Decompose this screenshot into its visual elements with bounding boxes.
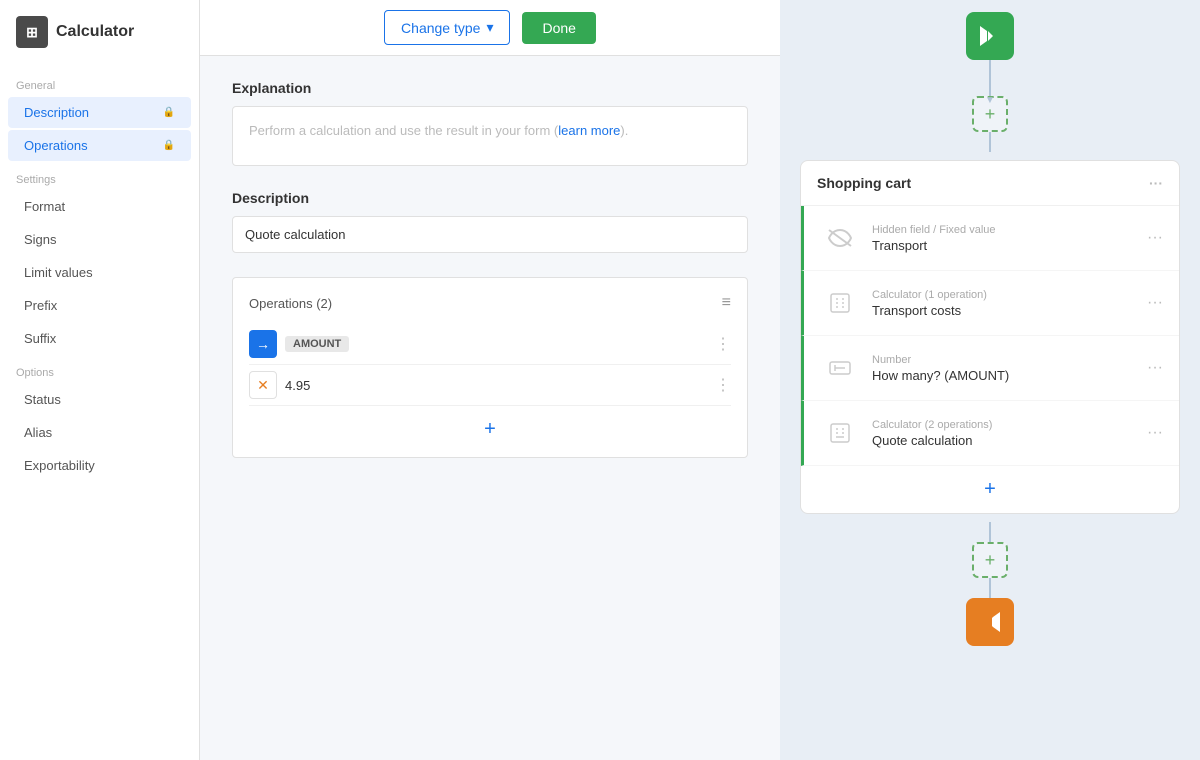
add-operation-button[interactable]: +: [249, 418, 731, 441]
sidebar-item-suffix[interactable]: Suffix: [8, 323, 191, 354]
operation-row-2: ✕ 4.95 ⋮: [249, 365, 731, 406]
lock-icon: 🔒: [163, 107, 175, 118]
editor-panel: Explanation Perform a calculation and us…: [200, 56, 780, 760]
cart-item-transport-dots[interactable]: ···: [1147, 229, 1163, 247]
hidden-field-icon: [820, 218, 860, 258]
sidebar-item-suffix-label: Suffix: [24, 331, 56, 346]
cart-item-transport-costs-info: Calculator (1 operation) Transport costs: [872, 289, 1135, 318]
right-panel: + Shopping cart ··· Hidden field / Fixed…: [780, 0, 1200, 760]
number-icon: [820, 348, 860, 388]
cart-item-how-many-dots[interactable]: ···: [1147, 359, 1163, 377]
op-tag-amount: AMOUNT: [285, 336, 349, 352]
sidebar-item-exportability[interactable]: Exportability: [8, 450, 191, 481]
sidebar-item-status-label: Status: [24, 392, 61, 407]
explanation-title: Explanation: [232, 80, 748, 96]
change-type-label: Change type: [401, 20, 480, 36]
sidebar-item-limit-values-label: Limit values: [24, 265, 93, 280]
op-x-icon: ✕: [249, 371, 277, 399]
cart-add-button[interactable]: +: [801, 466, 1179, 513]
cart-header: Shopping cart ···: [801, 161, 1179, 206]
sidebar-item-prefix[interactable]: Prefix: [8, 290, 191, 321]
operations-menu-icon[interactable]: ≡: [722, 294, 731, 312]
explanation-text: Perform a calculation and use the result…: [249, 123, 628, 138]
operations-box: Operations (2) ≡ → AMOUNT ⋮ ✕ 4.95 ⋮ +: [232, 277, 748, 458]
cart-item-quote-calc-dots[interactable]: ···: [1147, 424, 1163, 442]
logo-icon: ⊞: [16, 16, 48, 48]
cart-item-transport-costs-name: Transport costs: [872, 303, 1135, 318]
flow-line-2: [989, 522, 991, 542]
sidebar-item-format-label: Format: [24, 199, 65, 214]
description-input[interactable]: [232, 216, 748, 253]
sidebar-item-description[interactable]: Description 🔒: [8, 97, 191, 128]
sidebar-item-signs-label: Signs: [24, 232, 57, 247]
cart-item-how-many-type: Number: [872, 354, 1135, 366]
sidebar-item-operations-label: Operations: [24, 138, 88, 153]
flow-line-3: [989, 578, 991, 598]
flow-add-node-2[interactable]: +: [972, 542, 1008, 578]
cart-item-quote-calc-info: Calculator (2 operations) Quote calculat…: [872, 419, 1135, 448]
sidebar-item-description-label: Description: [24, 105, 89, 120]
cart-header-dots[interactable]: ···: [1149, 175, 1163, 191]
flow-exit-node: [966, 598, 1014, 646]
lock-icon-operations: 🔒: [163, 140, 175, 151]
op-arrow-icon: →: [249, 330, 277, 358]
calculator-icon-1: [820, 283, 860, 323]
cart-item-quote-calc: Calculator (2 operations) Quote calculat…: [801, 401, 1179, 466]
sidebar-item-signs[interactable]: Signs: [8, 224, 191, 255]
general-section-label: General: [0, 68, 199, 96]
chevron-down-icon: ▾: [486, 19, 493, 36]
main-content: Change type ▾ Done Explanation Perform a…: [200, 0, 780, 760]
settings-section-label: Settings: [0, 162, 199, 190]
cart-item-how-many-name: How many? (AMOUNT): [872, 368, 1135, 383]
cart-item-transport-name: Transport: [872, 238, 1135, 253]
cart-item-transport-type: Hidden field / Fixed value: [872, 224, 1135, 236]
operations-title: Operations (2): [249, 296, 332, 311]
cart-item-quote-calc-type: Calculator (2 operations): [872, 419, 1135, 431]
cart-item-transport-costs: Calculator (1 operation) Transport costs…: [801, 271, 1179, 336]
cart-item-quote-calc-name: Quote calculation: [872, 433, 1135, 448]
cart-item-transport: Hidden field / Fixed value Transport ···: [801, 206, 1179, 271]
cart-item-transport-info: Hidden field / Fixed value Transport: [872, 224, 1135, 253]
sidebar-item-alias-label: Alias: [24, 425, 52, 440]
operation-row-1: → AMOUNT ⋮: [249, 324, 731, 365]
done-button[interactable]: Done: [522, 12, 595, 44]
cart-item-transport-costs-type: Calculator (1 operation): [872, 289, 1135, 301]
shopping-cart-card: Shopping cart ··· Hidden field / Fixed v…: [800, 160, 1180, 514]
learn-more-link[interactable]: learn more: [558, 123, 620, 138]
description-title: Description: [232, 190, 748, 206]
sidebar: ⊞ Calculator General Description 🔒 Opera…: [0, 0, 200, 760]
explanation-box: Perform a calculation and use the result…: [232, 106, 748, 166]
plus-icon: +: [484, 418, 496, 441]
cart-item-how-many: Number How many? (AMOUNT) ···: [801, 336, 1179, 401]
sidebar-item-status[interactable]: Status: [8, 384, 191, 415]
operations-header: Operations (2) ≡: [249, 294, 731, 312]
flow-container: + Shopping cart ··· Hidden field / Fixed…: [780, 0, 1200, 760]
sidebar-item-limit-values[interactable]: Limit values: [8, 257, 191, 288]
calculator-icon-2: [820, 413, 860, 453]
app-title: Calculator: [56, 23, 134, 41]
sidebar-item-alias[interactable]: Alias: [8, 417, 191, 448]
sidebar-item-exportability-label: Exportability: [24, 458, 95, 473]
cart-title: Shopping cart: [817, 175, 911, 191]
options-section-label: Options: [0, 355, 199, 383]
op-dots-1[interactable]: ⋮: [715, 334, 731, 354]
flow-arrow-1: [989, 60, 991, 96]
change-type-button[interactable]: Change type ▾: [384, 10, 510, 45]
flow-line-1: [989, 132, 991, 152]
op-value-2: 4.95: [285, 378, 707, 393]
cart-item-how-many-info: Number How many? (AMOUNT): [872, 354, 1135, 383]
topbar: Change type ▾ Done: [200, 0, 780, 56]
sidebar-item-format[interactable]: Format: [8, 191, 191, 222]
app-logo: ⊞ Calculator: [0, 16, 199, 68]
sidebar-item-operations[interactable]: Operations 🔒: [8, 130, 191, 161]
cart-item-transport-costs-dots[interactable]: ···: [1147, 294, 1163, 312]
sidebar-item-prefix-label: Prefix: [24, 298, 57, 313]
op-dots-2[interactable]: ⋮: [715, 375, 731, 395]
flow-entry-node: [966, 12, 1014, 60]
